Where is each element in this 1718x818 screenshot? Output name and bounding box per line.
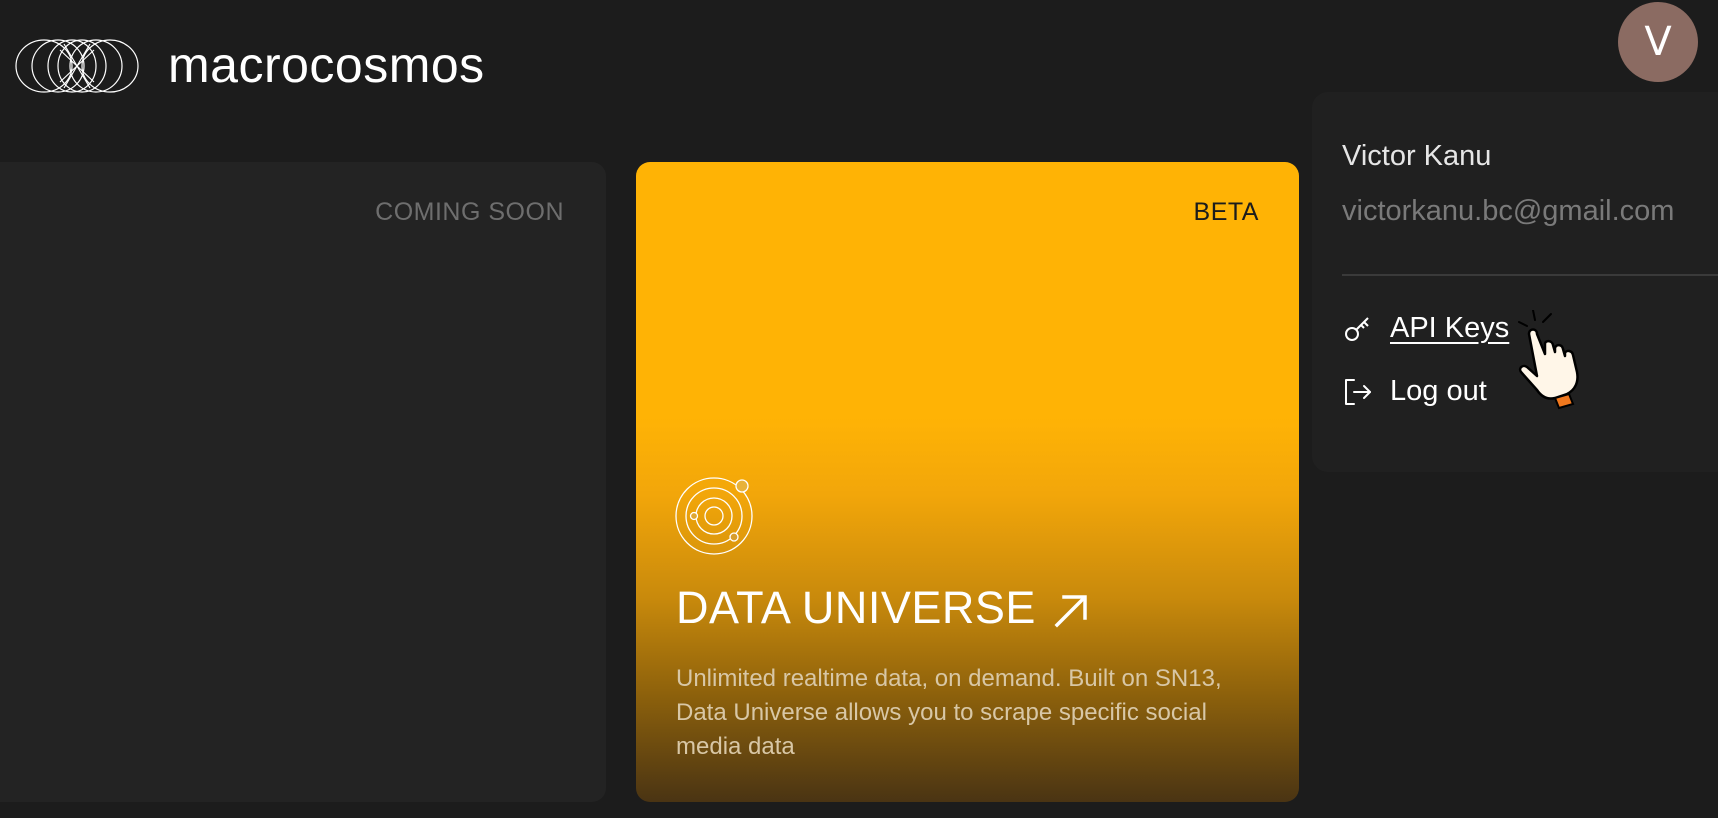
app-page: macrocosmos V COMING SOON BETA DATA UNIV… [0,0,1718,818]
coming-soon-card: COMING SOON [0,162,606,802]
arrow-up-right-icon [1052,589,1090,628]
card-description: Unlimited realtime data, on demand. Buil… [676,665,1222,760]
data-universe-card[interactable]: BETA DATA UNIVERSE Unlimited realtime da… [636,162,1299,802]
user-avatar[interactable]: V [1618,2,1698,82]
macrocosmos-logo-icon[interactable] [14,38,140,94]
user-email: victorkanu.bc@gmail.com [1342,195,1675,227]
coming-soon-badge: COMING SOON [375,198,564,226]
card-title[interactable]: DATA UNIVERSE [676,582,1090,634]
hand-pointer-cursor-icon [1515,309,1605,410]
orbit-icon [674,474,758,558]
brand-name[interactable]: macrocosmos [168,30,485,100]
log-out-menu-item[interactable]: Log out [1342,375,1487,408]
api-keys-menu-item[interactable]: API Keys [1342,312,1509,345]
log-out-label: Log out [1390,375,1487,407]
user-name: Victor Kanu [1342,140,1492,172]
key-icon [1342,313,1374,345]
logout-icon [1342,376,1374,408]
beta-badge: BETA [1193,198,1259,226]
menu-divider [1342,274,1718,276]
api-keys-label[interactable]: API Keys [1390,312,1509,345]
user-dropdown-menu: Victor Kanu victorkanu.bc@gmail.com API … [1312,92,1718,472]
card-title-text: DATA UNIVERSE [676,582,1036,633]
